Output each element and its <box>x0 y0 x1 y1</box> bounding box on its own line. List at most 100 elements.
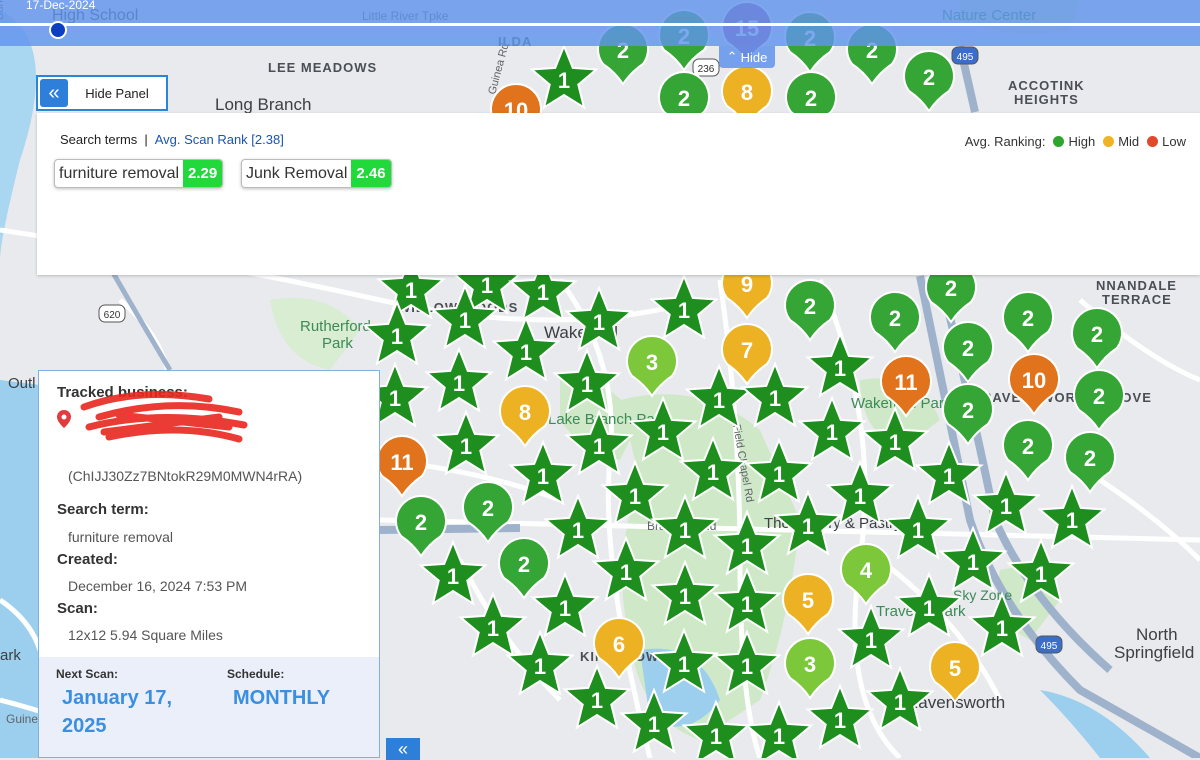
marker-rank-label: 3 <box>646 350 658 375</box>
marker-rank-label: 2 <box>804 294 816 319</box>
marker-rank-label: 1 <box>834 708 846 733</box>
ranking-legend: Avg. Ranking: High Mid Low <box>965 134 1186 149</box>
hide-panel-label: Hide Panel <box>85 85 149 101</box>
map-label: TERRACE <box>1102 292 1172 307</box>
map-label: Park <box>322 335 353 352</box>
marker-rank-label: 1 <box>629 484 641 509</box>
marker-rank-label: 1 <box>1066 508 1078 533</box>
marker-rank-label: 2 <box>518 552 530 577</box>
marker-rank-label: 2 <box>482 496 494 521</box>
timeline-slider-handle[interactable] <box>49 21 67 39</box>
schedule-label: Schedule: <box>227 667 285 681</box>
scan-timeline-bar: 17-Dec-2024 <box>0 0 1200 46</box>
map-label: ACCOTINK <box>1008 78 1085 93</box>
marker-rank-label: 2 <box>1093 384 1105 409</box>
marker-rank-label: 1 <box>679 518 691 543</box>
marker-rank-label: 1 <box>826 420 838 445</box>
marker-rank-label: 1 <box>559 596 571 621</box>
marker-rank-label: 2 <box>1022 306 1034 331</box>
marker-rank-label: 1 <box>741 654 753 679</box>
legend-title: Avg. Ranking: <box>964 134 1046 149</box>
timeline-date: 17-Dec-2024 <box>26 0 96 12</box>
legend-low-dot <box>1147 136 1159 147</box>
next-scan-date-line1: January 17, <box>62 687 173 709</box>
legend-high-label: High <box>1068 134 1096 149</box>
map-label: RAVENSWORTH GROVE <box>982 390 1152 405</box>
hide-timeline-button[interactable]: ⌃ Hide <box>719 46 775 68</box>
map-label: NNANDALE <box>1096 278 1177 293</box>
term-chip-label: Junk Removal <box>246 164 348 182</box>
location-pin-icon <box>57 410 71 428</box>
map-label: North <box>1136 625 1178 644</box>
marker-rank-label: 1 <box>865 628 877 653</box>
scan-value: 12x12 5.94 Square Miles <box>68 627 223 643</box>
legend-mid-label: Mid <box>1118 134 1140 149</box>
business-place-id: (ChIJJ30Zz7BNtokR29M0MWN4rRA) <box>68 468 303 484</box>
map-label: Rutherford <box>300 318 371 335</box>
marker-rank-label: 1 <box>802 514 814 539</box>
redaction-scribble <box>80 391 248 443</box>
term-chip-score: 2.29 <box>183 160 223 187</box>
marker-rank-label: 1 <box>591 688 603 713</box>
marker-rank-label: 1 <box>741 592 753 617</box>
marker-rank-label: 1 <box>534 654 546 679</box>
marker-rank-label: 11 <box>390 450 413 475</box>
created-value: December 16, 2024 7:53 PM <box>68 578 247 594</box>
marker-rank-label: 1 <box>593 310 605 335</box>
marker-rank-label: 1 <box>912 518 924 543</box>
route-shield: 236 <box>692 58 720 77</box>
term-chip-label: furniture removal <box>59 164 180 182</box>
route-shield-label: 495 <box>1041 641 1058 652</box>
marker-rank-label: 1 <box>453 371 465 396</box>
route-shield: 620 <box>98 304 126 323</box>
marker-rank-label: 1 <box>447 564 459 589</box>
marker-rank-label: 1 <box>558 68 570 93</box>
next-scan-label: Next Scan: <box>56 667 119 681</box>
scan-label: Scan: <box>57 600 98 617</box>
term-chip-score: 2.46 <box>351 160 391 187</box>
timeline-slider-track[interactable] <box>0 23 1200 26</box>
marker-rank-label: 8 <box>741 80 753 105</box>
marker-rank-label: 7 <box>741 338 753 363</box>
term-chip-junk-removal[interactable]: Junk Removal 2.46 <box>241 159 392 188</box>
marker-rank-label: 10 <box>1022 368 1046 393</box>
term-chip-furniture-removal[interactable]: furniture removal 2.29 <box>54 159 224 188</box>
marker-rank-label: 1 <box>854 484 866 509</box>
double-chevron-left-icon: « <box>40 79 68 107</box>
marker-rank-label: 1 <box>678 652 690 677</box>
search-term-label: Search term: <box>57 501 149 518</box>
header-separator: | <box>144 132 148 147</box>
marker-rank-label: 1 <box>481 273 493 298</box>
marker-rank-label: 1 <box>678 298 690 323</box>
marker-rank-label: 2 <box>889 306 901 331</box>
marker-rank-label: 2 <box>923 65 935 90</box>
marker-rank-label: 3 <box>804 652 816 677</box>
route-shield-label: 236 <box>698 64 715 75</box>
avg-scan-rank-link[interactable]: Avg. Scan Rank [2.38] <box>155 132 284 147</box>
marker-rank-label: 1 <box>889 430 901 455</box>
marker-rank-label: 2 <box>1022 434 1034 459</box>
tracked-business-card: Tracked business: (ChIJJ30Zz7BNtokR29M0M… <box>38 370 380 758</box>
marker-rank-label: 1 <box>1000 494 1012 519</box>
marker-rank-label: 8 <box>519 400 531 425</box>
expand-panel-button[interactable]: « <box>386 738 420 760</box>
marker-rank-label: 1 <box>679 584 691 609</box>
legend-low-label: Low <box>1162 134 1186 149</box>
marker-rank-label: 1 <box>520 340 532 365</box>
marker-rank-label: 6 <box>613 632 625 657</box>
map-label: Springfield <box>1114 643 1194 662</box>
hide-timeline-label: Hide <box>740 49 768 65</box>
hide-panel-button[interactable]: « Hide Panel <box>36 75 168 111</box>
marker-rank-label: 1 <box>572 518 584 543</box>
marker-rank-label: 1 <box>620 560 632 585</box>
marker-rank-label: 1 <box>707 460 719 485</box>
route-shield: 495 <box>1035 635 1063 654</box>
marker-rank-label: 1 <box>967 550 979 575</box>
marker-rank-label: 1 <box>537 464 549 489</box>
next-scan-value: January 17, 2025 <box>62 684 172 740</box>
created-label: Created: <box>57 551 118 568</box>
marker-rank-label: 2 <box>945 276 957 301</box>
chevron-up-icon: ⌃ <box>726 49 738 64</box>
marker-rank-label: 4 <box>860 558 873 583</box>
marker-rank-label: 1 <box>648 712 660 737</box>
